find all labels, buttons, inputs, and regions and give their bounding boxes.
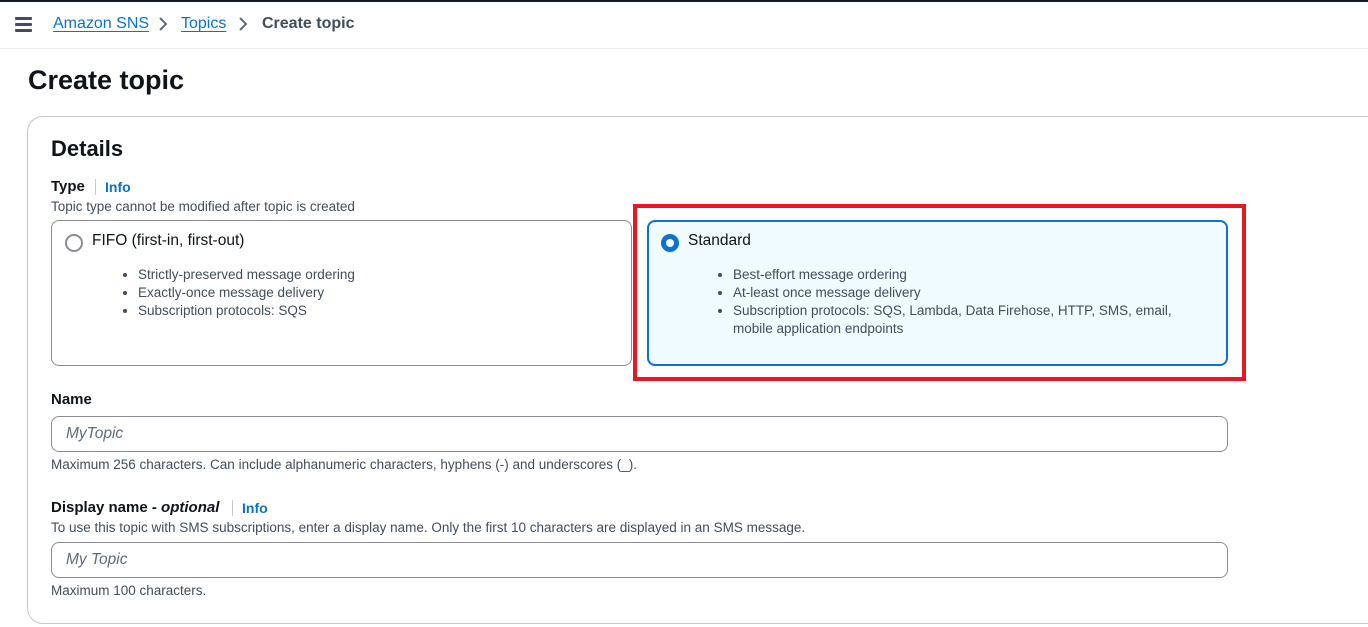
display-name-label: Display name - optional [51, 499, 220, 516]
name-input[interactable]: MyTopic [51, 416, 1228, 452]
breadcrumb-bar: Amazon SNS Topics Create topic [0, 2, 1368, 49]
fifo-option-title: FIFO (first-in, first-out) [92, 232, 245, 249]
display-name-constraint-text: Maximum 100 characters. [51, 583, 207, 598]
type-label: Type [51, 178, 85, 195]
type-description: Topic type cannot be modified after topi… [51, 199, 355, 214]
breadcrumb-current: Create topic [262, 15, 355, 32]
fifo-feature-list: Strictly-preserved message ordering Exac… [138, 266, 355, 320]
name-constraint-text: Maximum 256 characters. Can include alph… [51, 457, 638, 472]
type-info-link[interactable]: Info [105, 179, 131, 195]
details-heading: Details [51, 136, 124, 161]
menu-icon[interactable] [15, 17, 32, 32]
label-divider [95, 179, 96, 195]
list-item: Subscription protocols: SQS [138, 302, 355, 320]
display-name-info-link[interactable]: Info [242, 500, 268, 516]
chevron-right-icon [239, 17, 248, 31]
breadcrumb-topics[interactable]: Topics [181, 15, 226, 33]
fifo-option-tile[interactable]: FIFO (first-in, first-out) Strictly-pres… [51, 220, 632, 366]
page-title: Create topic [28, 65, 185, 95]
name-label: Name [51, 391, 92, 408]
display-name-input[interactable]: My Topic [51, 542, 1228, 578]
highlight-annotation-box [633, 204, 1246, 381]
list-item: Strictly-preserved message ordering [138, 266, 355, 284]
display-name-description: To use this topic with SMS subscriptions… [51, 520, 806, 535]
label-divider [232, 500, 233, 516]
breadcrumb-amazon-sns[interactable]: Amazon SNS [53, 15, 149, 33]
chevron-right-icon [159, 17, 168, 31]
fifo-radio-button[interactable] [65, 234, 83, 252]
list-item: Exactly-once message delivery [138, 284, 355, 302]
